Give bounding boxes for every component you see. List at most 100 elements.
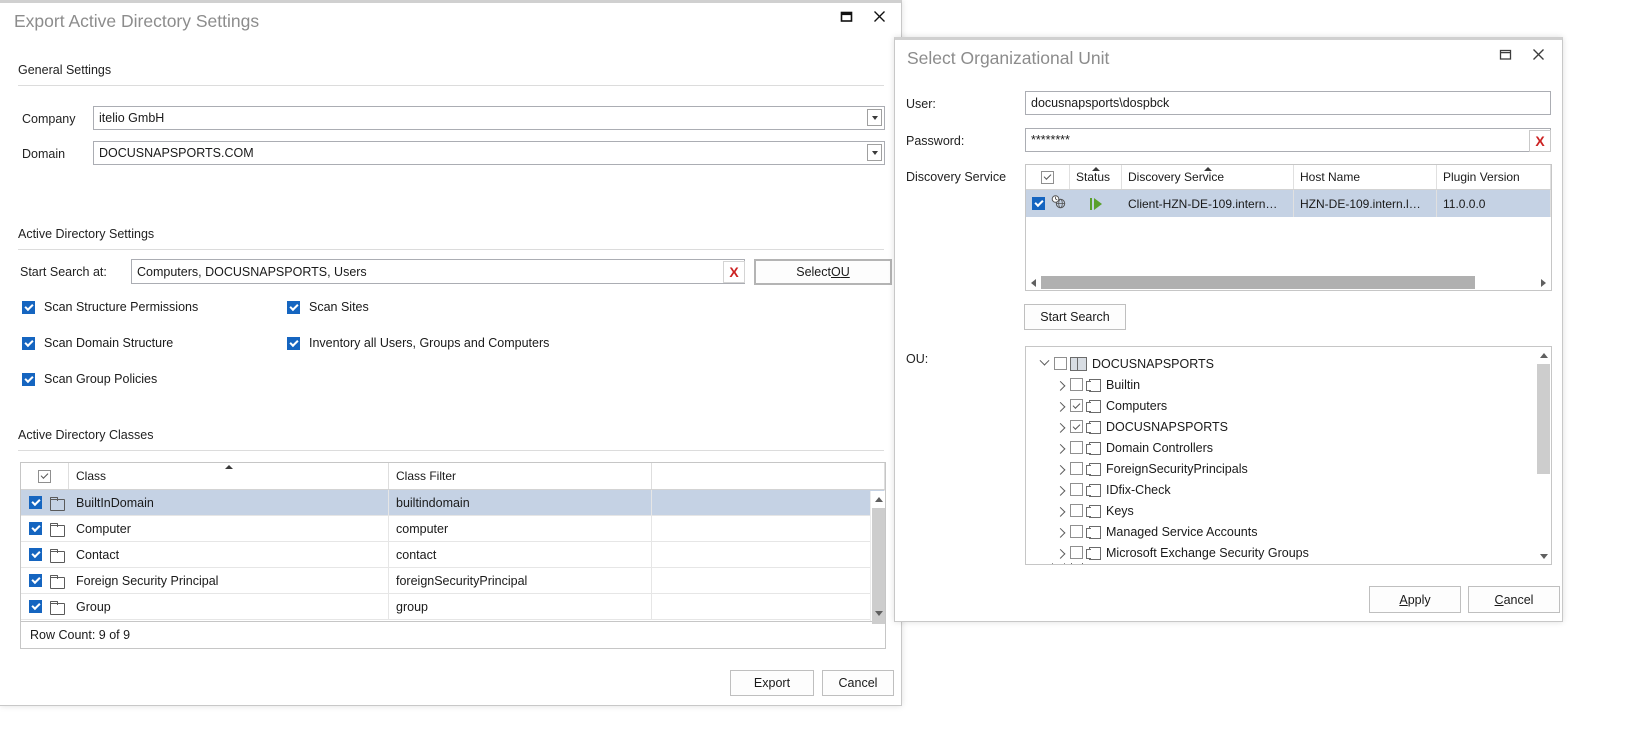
chevron-right-icon[interactable]	[1052, 545, 1068, 561]
ou-node-checkbox[interactable]	[1070, 504, 1083, 517]
close-icon[interactable]	[872, 9, 887, 24]
chk-scan-domain-structure[interactable]: Scan Domain Structure	[22, 336, 173, 350]
ou-tree-node[interactable]: Keys	[1026, 500, 1551, 521]
ds-header-checkbox-cell[interactable]	[1026, 165, 1070, 189]
ds-header-host-name[interactable]: Host Name	[1294, 165, 1437, 189]
row-checkbox-cell[interactable]	[21, 568, 69, 593]
ou-scroll-thumb[interactable]	[1537, 364, 1550, 474]
select-all-checkbox[interactable]	[38, 469, 51, 483]
row-checkbox[interactable]	[29, 548, 42, 561]
hscroll-thumb[interactable]	[1041, 276, 1475, 289]
row-checkbox-cell[interactable]	[21, 490, 69, 515]
ou-node-checkbox[interactable]	[1054, 357, 1067, 370]
row-checkbox[interactable]	[29, 496, 42, 509]
ou-tree-vscrollbar[interactable]	[1536, 347, 1551, 564]
chevron-right-icon[interactable]	[1052, 377, 1068, 393]
restore-icon[interactable]	[1498, 47, 1513, 62]
start-search-button[interactable]: Start Search	[1024, 304, 1126, 330]
chevron-right-icon[interactable]	[1052, 419, 1068, 435]
ou-tree-node[interactable]: Builtin	[1026, 374, 1551, 395]
grid-header-extra[interactable]	[652, 463, 885, 489]
chevron-right-icon[interactable]	[1052, 440, 1068, 456]
ou-node-checkbox[interactable]	[1070, 399, 1083, 412]
ou-node-checkbox[interactable]	[1070, 441, 1083, 454]
chk-inventory-all[interactable]: Inventory all Users, Groups and Computer…	[287, 336, 549, 350]
ou-tree-node-partial[interactable]	[1026, 563, 1551, 564]
chevron-right-icon[interactable]	[1052, 461, 1068, 477]
row-checkbox-cell[interactable]	[21, 542, 69, 567]
ds-header-plugin-version[interactable]: Plugin Version	[1437, 165, 1551, 189]
table-row[interactable]: Group group	[21, 594, 885, 620]
chk-scan-group-policies[interactable]: Scan Group Policies	[22, 372, 157, 386]
checkbox-scan-sites[interactable]	[287, 300, 300, 314]
clear-start-search-button[interactable]: X	[723, 261, 745, 283]
checkbox-scan-group-policies[interactable]	[22, 372, 35, 386]
ou-tree-node[interactable]: Computers	[1026, 395, 1551, 416]
row-checkbox[interactable]	[29, 574, 42, 587]
ou-tree-node[interactable]: IDfix-Check	[1026, 479, 1551, 500]
cancel-button-export[interactable]: Cancel	[822, 670, 894, 696]
grid-header-class[interactable]: Class	[69, 463, 389, 489]
ds-row-checkbox[interactable]	[1032, 197, 1045, 210]
ds-header-discovery-service[interactable]: Discovery Service	[1122, 165, 1294, 189]
ou-node-checkbox[interactable]	[1070, 525, 1083, 538]
grid-header-class-filter[interactable]: Class Filter	[389, 463, 652, 489]
ou-tree-node[interactable]: DOCUSNAPSPORTS	[1026, 353, 1551, 374]
ou-tree-node[interactable]: Domain Controllers	[1026, 437, 1551, 458]
export-button[interactable]: Export	[730, 670, 814, 696]
row-checkbox-cell[interactable]	[21, 516, 69, 541]
chevron-right-icon[interactable]	[1052, 503, 1068, 519]
ou-scroll-up-arrow[interactable]	[1536, 347, 1551, 363]
ou-node-checkbox[interactable]	[1052, 563, 1065, 564]
ou-node-checkbox[interactable]	[1070, 462, 1083, 475]
chk-scan-structure-permissions[interactable]: Scan Structure Permissions	[22, 300, 198, 314]
apply-button[interactable]: Apply	[1369, 586, 1461, 613]
hscroll-left-arrow[interactable]	[1026, 275, 1041, 290]
ou-scroll-down-arrow[interactable]	[1536, 548, 1551, 564]
ou-tree-node[interactable]: ForeignSecurityPrincipals	[1026, 458, 1551, 479]
hscroll-right-arrow[interactable]	[1536, 275, 1551, 290]
checkbox-scan-structure-permissions[interactable]	[22, 300, 35, 314]
password-input[interactable]: ********	[1025, 128, 1551, 152]
ou-tree-node[interactable]: Microsoft Exchange Security Groups	[1026, 542, 1551, 563]
checkbox-scan-domain-structure[interactable]	[22, 336, 35, 350]
company-input[interactable]: itelio GmbH	[93, 106, 885, 130]
ds-row-checkbox-cell[interactable]	[1026, 190, 1070, 217]
table-row[interactable]: Foreign Security Principal foreignSecurit…	[21, 568, 885, 594]
table-row[interactable]: BuiltInDomain builtindomain	[21, 490, 885, 516]
row-checkbox[interactable]	[29, 600, 42, 613]
ds-select-all-checkbox[interactable]	[1041, 170, 1054, 184]
chevron-right-icon[interactable]	[1052, 398, 1068, 414]
start-search-input[interactable]: Computers, DOCUSNAPSPORTS, Users	[131, 259, 745, 284]
scroll-down-arrow[interactable]	[871, 605, 885, 621]
scroll-up-arrow[interactable]	[871, 491, 885, 507]
grid-header-checkbox-cell[interactable]	[21, 463, 69, 489]
clear-password-button[interactable]: X	[1529, 130, 1551, 152]
row-checkbox[interactable]	[29, 522, 42, 535]
select-ou-button[interactable]: Select OU	[754, 259, 892, 285]
chevron-right-icon[interactable]	[1052, 524, 1068, 540]
discovery-grid-hscrollbar[interactable]	[1026, 275, 1551, 290]
ad-classes-vscrollbar[interactable]	[870, 491, 885, 624]
row-checkbox-cell[interactable]	[21, 594, 69, 619]
restore-icon[interactable]	[839, 9, 854, 24]
ou-node-checkbox[interactable]	[1070, 420, 1083, 433]
ds-table-row[interactable]: Client-HZN-DE-109.intern… HZN-DE-109.int…	[1026, 190, 1551, 217]
ou-node-checkbox[interactable]	[1070, 546, 1083, 559]
user-input[interactable]: docusnapsports\dospbck	[1025, 91, 1551, 115]
ds-header-status[interactable]: Status	[1070, 165, 1122, 189]
domain-dropdown-arrow[interactable]	[867, 144, 882, 161]
ou-node-checkbox[interactable]	[1070, 483, 1083, 496]
table-row[interactable]: Contact contact	[21, 542, 885, 568]
domain-input[interactable]: DOCUSNAPSPORTS.COM	[93, 141, 885, 165]
table-row[interactable]: Computer computer	[21, 516, 885, 542]
cancel-button-ou[interactable]: Cancel	[1468, 586, 1560, 613]
chevron-right-icon[interactable]	[1052, 482, 1068, 498]
checkbox-inventory-all[interactable]	[287, 336, 300, 350]
ou-node-checkbox[interactable]	[1070, 378, 1083, 391]
company-dropdown-arrow[interactable]	[867, 109, 882, 126]
ou-tree-node[interactable]: Managed Service Accounts	[1026, 521, 1551, 542]
chk-scan-sites[interactable]: Scan Sites	[287, 300, 369, 314]
close-icon[interactable]	[1531, 47, 1546, 62]
chevron-down-icon[interactable]	[1036, 356, 1052, 372]
